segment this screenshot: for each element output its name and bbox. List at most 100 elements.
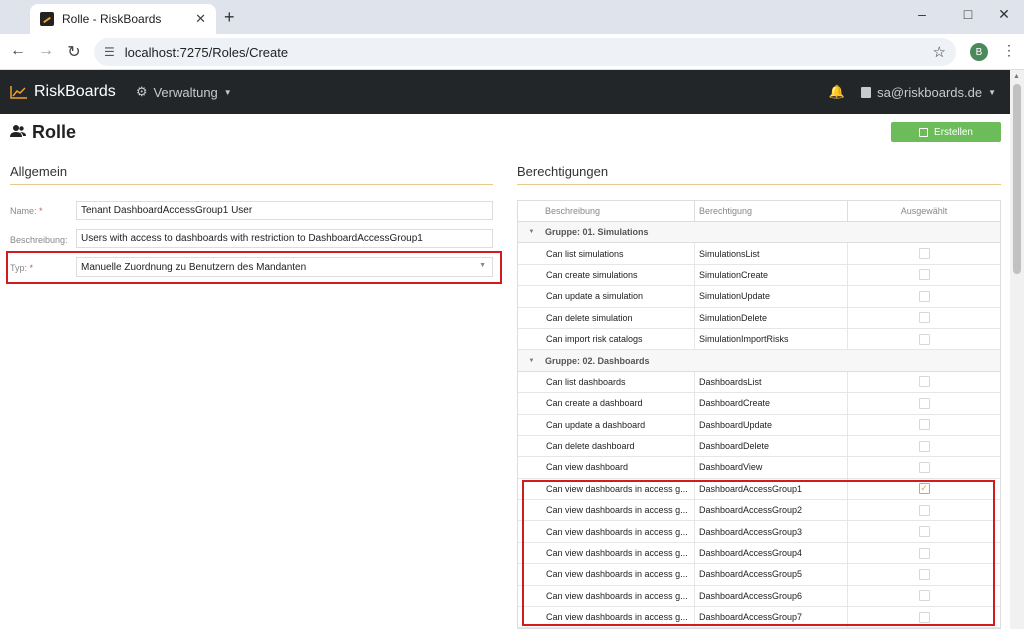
- table-row: Can delete simulation SimulationDelete: [518, 307, 1000, 329]
- site-info-icon[interactable]: ☰: [104, 45, 115, 59]
- browser-tab[interactable]: Rolle - RiskBoards ✕: [30, 4, 216, 34]
- selected-cell: [848, 393, 1000, 413]
- save-icon: [919, 127, 929, 137]
- permission-description: Can delete dashboard: [518, 435, 695, 457]
- maximize-icon[interactable]: □: [958, 6, 978, 22]
- name-field[interactable]: Tenant DashboardAccessGroup1 User: [76, 201, 493, 220]
- permission-key: DashboardDelete: [695, 435, 848, 457]
- page-scrollbar[interactable]: ▲: [1010, 70, 1024, 629]
- table-row: Can view dashboard DashboardView: [518, 457, 1000, 479]
- selected-cell: [848, 308, 1000, 328]
- selected-checkbox[interactable]: [918, 269, 930, 281]
- selected-cell: [848, 457, 1000, 477]
- collapse-caret-icon[interactable]: ▼: [518, 358, 545, 364]
- table-row: Can delete dashboard DashboardDelete: [518, 435, 1000, 458]
- profile-avatar[interactable]: B: [970, 43, 988, 61]
- permission-key: SimulationsList: [695, 243, 848, 264]
- reload-icon[interactable]: ↻: [64, 42, 84, 62]
- user-card-icon: [861, 86, 872, 98]
- new-tab-button[interactable]: +: [224, 7, 235, 28]
- permission-key: DashboardCreate: [695, 393, 848, 414]
- bookmark-star-icon[interactable]: ☆: [933, 43, 946, 61]
- create-button[interactable]: Erstellen: [891, 122, 1001, 142]
- forward-icon[interactable]: →: [36, 42, 56, 60]
- selected-checkbox[interactable]: [918, 290, 930, 302]
- scroll-thumb[interactable]: [1013, 84, 1021, 274]
- table-row: Can list simulations SimulationsList: [518, 243, 1000, 265]
- group-label: Gruppe: 01. Simulations: [545, 227, 649, 238]
- close-tab-icon[interactable]: ✕: [195, 11, 206, 27]
- selected-checkbox[interactable]: [918, 376, 930, 388]
- permissions-section-title: Berechtigungen: [517, 164, 609, 179]
- permission-key: SimulationCreate: [695, 264, 848, 286]
- user-email: sa@riskboards.de: [877, 84, 983, 100]
- permission-key: SimulationDelete: [695, 307, 848, 328]
- permission-description: Can create a dashboard: [518, 393, 695, 414]
- minimize-icon[interactable]: –: [912, 6, 932, 22]
- navbar-right: 🔔 sa@riskboards.de ▼: [829, 70, 996, 114]
- page-title-text: Rolle: [32, 122, 77, 142]
- selected-cell: [848, 329, 1000, 349]
- column-header-description[interactable]: Beschreibung: [518, 201, 695, 221]
- page-title: Rolle: [10, 122, 76, 143]
- general-section-divider: [10, 184, 493, 185]
- permission-description: Can list dashboards: [518, 371, 695, 393]
- browser-tab-strip: Rolle - RiskBoards ✕ + – □ ✕: [0, 0, 1024, 34]
- selected-checkbox[interactable]: [918, 248, 930, 260]
- bell-icon[interactable]: 🔔: [829, 84, 845, 100]
- caret-down-icon: ▼: [988, 87, 996, 97]
- close-window-icon[interactable]: ✕: [994, 6, 1014, 23]
- back-icon[interactable]: ←: [8, 42, 28, 60]
- permissions-section-divider: [517, 184, 1001, 185]
- selected-checkbox[interactable]: [918, 312, 930, 324]
- table-row: Can update a dashboard DashboardUpdate: [518, 414, 1000, 436]
- selected-cell: [848, 436, 1000, 456]
- permission-description: Can list simulations: [518, 243, 695, 264]
- tab-title: Rolle - RiskBoards: [62, 12, 162, 26]
- permission-description: Can delete simulation: [518, 307, 695, 328]
- brand-name: RiskBoards: [34, 83, 116, 100]
- permission-key: DashboardView: [695, 457, 848, 478]
- description-label: Beschreibung:: [10, 235, 68, 245]
- group-row[interactable]: ▼ Gruppe: 01. Simulations: [518, 222, 1000, 244]
- description-field[interactable]: Users with access to dashboards with res…: [76, 229, 493, 248]
- browser-menu-icon[interactable]: ⋮: [1002, 42, 1016, 59]
- group-row[interactable]: ▼ Gruppe: 02. Dashboards: [518, 350, 1000, 372]
- user-menu[interactable]: sa@riskboards.de ▼: [861, 85, 996, 100]
- selected-checkbox[interactable]: [918, 440, 930, 452]
- caret-down-icon: ▼: [223, 87, 232, 97]
- table-row: Can list dashboards DashboardsList: [518, 371, 1000, 394]
- selected-cell: [848, 415, 1000, 435]
- table-row: Can create simulations SimulationCreate: [518, 264, 1000, 287]
- permission-description: Can import risk catalogs: [518, 328, 695, 350]
- permission-key: SimulationUpdate: [695, 286, 848, 307]
- brand[interactable]: RiskBoards: [10, 83, 116, 101]
- permission-key: DashboardsList: [695, 371, 848, 393]
- column-header-selected[interactable]: Ausgewählt: [848, 201, 1000, 221]
- admin-menu-label: Verwaltung: [153, 84, 218, 100]
- selected-cell: [848, 243, 1000, 263]
- address-bar[interactable]: ☰ localhost:7275/Roles/Create ☆: [94, 38, 956, 66]
- scroll-up-icon[interactable]: ▲: [1013, 73, 1020, 80]
- app-navbar: RiskBoards ⚙ Verwaltung ▼ 🔔 sa@riskboard…: [0, 70, 1010, 114]
- permission-description: Can create simulations: [518, 264, 695, 286]
- table-header: Beschreibung Berechtigung Ausgewählt: [518, 201, 1000, 222]
- selected-checkbox[interactable]: [918, 333, 930, 345]
- selected-cell: [848, 286, 1000, 306]
- selected-cell: [848, 265, 1000, 285]
- url-text: localhost:7275/Roles/Create: [124, 44, 289, 60]
- chart-trend-icon: [10, 85, 28, 99]
- column-header-permission[interactable]: Berechtigung: [695, 201, 848, 221]
- selected-checkbox[interactable]: [918, 419, 930, 431]
- permission-key: DashboardUpdate: [695, 414, 848, 435]
- general-section-title: Allgemein: [10, 164, 68, 179]
- selected-checkbox[interactable]: [918, 461, 930, 473]
- collapse-caret-icon[interactable]: ▼: [518, 229, 545, 235]
- selected-checkbox[interactable]: [918, 397, 930, 409]
- table-row: Can update a simulation SimulationUpdate: [518, 286, 1000, 308]
- permission-description: Can update a dashboard: [518, 414, 695, 435]
- admin-menu[interactable]: ⚙ Verwaltung ▼: [136, 84, 232, 100]
- type-highlight-box: [6, 251, 502, 284]
- permission-description: Can update a simulation: [518, 286, 695, 307]
- name-label: Name: *: [10, 206, 43, 216]
